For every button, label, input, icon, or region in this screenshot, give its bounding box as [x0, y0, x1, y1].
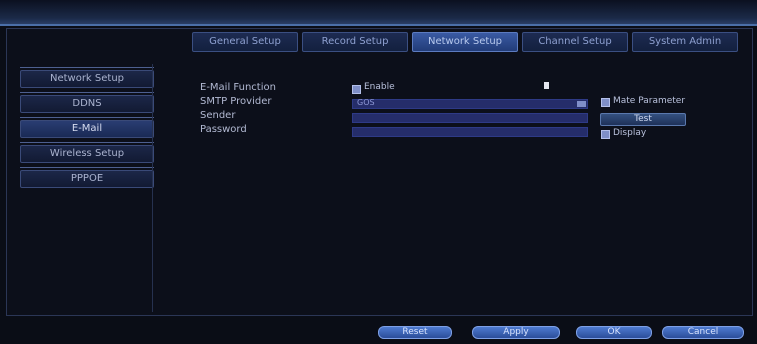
tab-network-setup[interactable]: Network Setup — [412, 32, 518, 52]
main-tabs: General Setup Record Setup Network Setup… — [192, 32, 742, 52]
display-label: Display — [613, 128, 647, 138]
sidebar-divider — [20, 92, 154, 93]
sidebar-border — [152, 64, 153, 312]
sidebar-item-network-setup[interactable]: Network Setup — [20, 70, 154, 88]
enable-label: Enable — [364, 82, 395, 92]
tab-record-setup[interactable]: Record Setup — [302, 32, 408, 52]
smtp-provider-label: SMTP Provider — [200, 96, 272, 107]
password-label: Password — [200, 124, 247, 135]
sidebar-divider — [20, 142, 154, 143]
chevron-down-icon[interactable] — [577, 101, 586, 107]
smtp-provider-select[interactable]: GOS — [352, 98, 588, 109]
title-bar-divider — [0, 24, 757, 26]
cancel-button[interactable]: Cancel — [662, 326, 744, 339]
tab-channel-setup[interactable]: Channel Setup — [522, 32, 628, 52]
sender-input[interactable] — [352, 113, 588, 123]
sidebar-item-email[interactable]: E-Mail — [20, 120, 154, 138]
sidebar-item-wireless-setup[interactable]: Wireless Setup — [20, 145, 154, 163]
reset-button[interactable]: Reset — [378, 326, 452, 339]
title-bar — [0, 0, 757, 26]
sidebar-divider — [20, 167, 154, 168]
sidebar-item-pppoe[interactable]: PPPOE — [20, 170, 154, 188]
email-function-label: E-Mail Function — [200, 82, 276, 93]
mouse-cursor-icon — [544, 82, 549, 89]
enable-checkbox[interactable] — [352, 85, 361, 94]
smtp-provider-value: GOS — [357, 98, 375, 107]
test-button[interactable]: Test — [600, 113, 686, 126]
ok-button[interactable]: OK — [576, 326, 652, 339]
password-input[interactable] — [352, 127, 588, 137]
mate-parameter-checkbox[interactable] — [601, 98, 610, 107]
mate-parameter-label: Mate Parameter — [613, 96, 686, 106]
display-checkbox[interactable] — [601, 130, 610, 139]
apply-button[interactable]: Apply — [472, 326, 560, 339]
tab-system-admin[interactable]: System Admin — [632, 32, 738, 52]
sender-label: Sender — [200, 110, 236, 121]
sidebar-divider — [20, 117, 154, 118]
sidebar-divider — [20, 67, 154, 68]
sidebar-item-ddns[interactable]: DDNS — [20, 95, 154, 113]
tab-general-setup[interactable]: General Setup — [192, 32, 298, 52]
